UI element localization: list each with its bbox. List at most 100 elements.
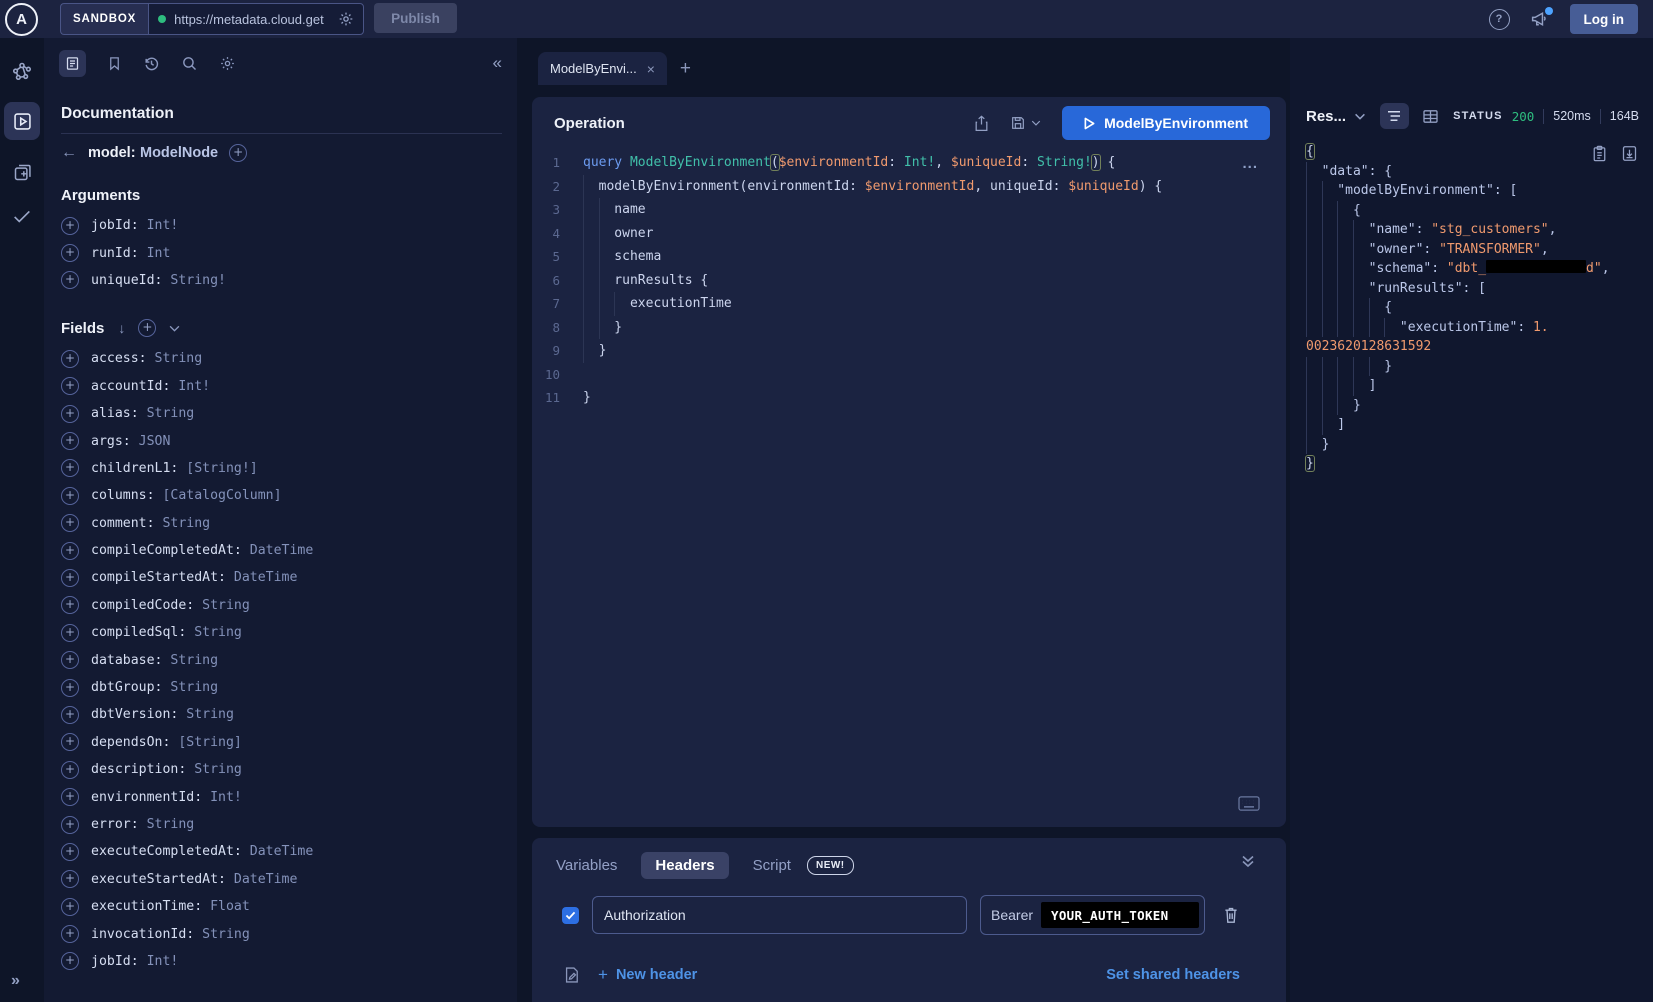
headers-file-icon[interactable] (563, 966, 580, 984)
add-to-query-button[interactable]: + (61, 432, 79, 450)
operation-editor[interactable]: 1query ModelByEnvironment($environmentId… (532, 149, 1286, 410)
response-title[interactable]: Res... (1306, 108, 1346, 125)
field-name[interactable]: compileStartedAt: DateTime (91, 570, 297, 585)
add-to-query-button[interactable]: + (61, 870, 79, 888)
add-to-query-button[interactable]: + (61, 350, 79, 368)
add-to-query-button[interactable]: + (61, 733, 79, 751)
login-button[interactable]: Log in (1570, 4, 1639, 34)
schema-nav[interactable] (11, 60, 33, 82)
field-name[interactable]: alias: String (91, 406, 194, 421)
field-name[interactable]: executionTime: Float (91, 899, 250, 914)
add-to-query-button[interactable]: + (61, 569, 79, 587)
save-dropdown-chevron-icon[interactable] (1031, 120, 1041, 126)
field-name[interactable]: error: String (91, 817, 194, 832)
header-key-input[interactable] (592, 896, 967, 934)
add-to-query-button[interactable]: + (61, 459, 79, 477)
tab-headers[interactable]: Headers (641, 852, 728, 879)
add-to-query-button[interactable]: + (61, 706, 79, 724)
new-header-button[interactable]: + New header (598, 965, 697, 985)
help-icon[interactable]: ? (1489, 9, 1510, 30)
add-to-query-button[interactable]: + (61, 271, 79, 289)
explorer-nav[interactable] (4, 102, 40, 140)
field-name[interactable]: compiledSql: String (91, 625, 242, 640)
field-name[interactable]: dependsOn: [String] (91, 735, 242, 750)
add-to-query-button[interactable]: + (61, 596, 79, 614)
apollo-logo[interactable]: A (5, 3, 38, 36)
announcements-icon[interactable] (1530, 10, 1550, 28)
add-to-query-button[interactable]: + (61, 624, 79, 642)
add-to-query-button[interactable]: + (61, 217, 79, 235)
add-to-query-button[interactable]: + (61, 843, 79, 861)
add-to-query-button[interactable]: + (61, 788, 79, 806)
field-name[interactable]: uniqueId: String! (91, 273, 226, 288)
field-name[interactable]: compiledCode: String (91, 598, 250, 613)
fields-expand-chevron-icon[interactable] (169, 325, 180, 332)
search-button[interactable] (181, 55, 198, 72)
history-button[interactable] (143, 55, 160, 72)
add-to-query-button[interactable]: + (61, 377, 79, 395)
collapse-panel-button[interactable] (1241, 854, 1255, 868)
tab-script[interactable]: Script (753, 857, 791, 874)
sort-fields-icon[interactable]: ↓ (118, 320, 125, 336)
save-operation-icon[interactable] (1010, 115, 1026, 131)
field-name[interactable]: accountId: Int! (91, 379, 210, 394)
field-name[interactable]: dbtGroup: String (91, 680, 218, 695)
operation-tab[interactable]: ModelByEnvi... × (538, 52, 667, 85)
add-to-query-button[interactable]: + (61, 761, 79, 779)
field-name[interactable]: childrenL1: [String!] (91, 461, 258, 476)
checklist-nav[interactable] (11, 205, 33, 227)
breadcrumb-back-button[interactable]: ← (61, 145, 77, 161)
operation-collections-nav[interactable] (12, 162, 33, 183)
keyboard-shortcuts-icon[interactable] (1238, 796, 1260, 811)
field-name[interactable]: environmentId: Int! (91, 790, 242, 805)
run-operation-button[interactable]: ModelByEnvironment (1062, 106, 1270, 140)
add-to-query-button[interactable]: + (61, 925, 79, 943)
add-to-query-button[interactable]: + (61, 952, 79, 970)
field-name[interactable]: invocationId: String (91, 927, 250, 942)
add-to-query-button[interactable]: + (61, 679, 79, 697)
field-name[interactable]: executeCompletedAt: DateTime (91, 844, 313, 859)
tab-variables[interactable]: Variables (556, 857, 617, 874)
bookmarks-button[interactable] (107, 55, 122, 72)
response-view-table-button[interactable] (1417, 103, 1446, 129)
documentation-tab-button[interactable] (59, 50, 86, 77)
field-name[interactable]: database: String (91, 653, 218, 668)
add-to-query-button[interactable]: + (61, 487, 79, 505)
response-view-list-button[interactable] (1380, 103, 1409, 129)
field-name[interactable]: jobId: Int! (91, 954, 178, 969)
add-to-query-button[interactable]: + (61, 405, 79, 423)
header-enabled-checkbox[interactable] (562, 907, 579, 924)
response-dropdown-chevron-icon[interactable] (1354, 113, 1366, 120)
endpoint-url-input[interactable]: https://metadata.cloud.get (148, 3, 364, 35)
field-name[interactable]: compileCompletedAt: DateTime (91, 543, 313, 558)
expand-rail-button[interactable]: » (11, 972, 20, 990)
field-name[interactable]: comment: String (91, 516, 210, 531)
delete-header-button[interactable] (1223, 906, 1239, 924)
add-to-query-button[interactable]: + (61, 651, 79, 669)
add-to-query-button[interactable]: + (61, 898, 79, 916)
collapse-docs-panel-button[interactable]: « (493, 53, 502, 73)
share-operation-icon[interactable] (974, 115, 989, 132)
add-to-query-button[interactable]: + (61, 244, 79, 262)
field-name[interactable]: args: JSON (91, 434, 170, 449)
settings-button[interactable] (219, 55, 236, 72)
field-name[interactable]: description: String (91, 762, 242, 777)
close-tab-icon[interactable]: × (647, 62, 655, 76)
editor-overflow-button[interactable]: ... (1242, 155, 1258, 172)
endpoint-settings-gear-icon[interactable] (338, 11, 354, 27)
add-to-query-button[interactable]: + (61, 542, 79, 560)
breadcrumb-type[interactable]: ModelNode (140, 145, 218, 161)
add-all-fields-button[interactable]: + (138, 319, 156, 337)
add-to-query-button[interactable]: + (61, 514, 79, 532)
sandbox-badge[interactable]: SANDBOX (60, 3, 148, 35)
new-tab-button[interactable]: + (680, 59, 691, 78)
auth-token-value[interactable]: YOUR_AUTH_TOKEN (1041, 902, 1199, 928)
set-shared-headers-button[interactable]: Set shared headers (1106, 967, 1240, 983)
field-name[interactable]: columns: [CatalogColumn] (91, 488, 282, 503)
add-to-query-button[interactable]: + (61, 816, 79, 834)
field-name[interactable]: executeStartedAt: DateTime (91, 872, 297, 887)
field-name[interactable]: jobId: Int! (91, 218, 178, 233)
add-type-button[interactable]: + (229, 144, 247, 162)
publish-button[interactable]: Publish (374, 3, 457, 33)
field-name[interactable]: access: String (91, 351, 202, 366)
